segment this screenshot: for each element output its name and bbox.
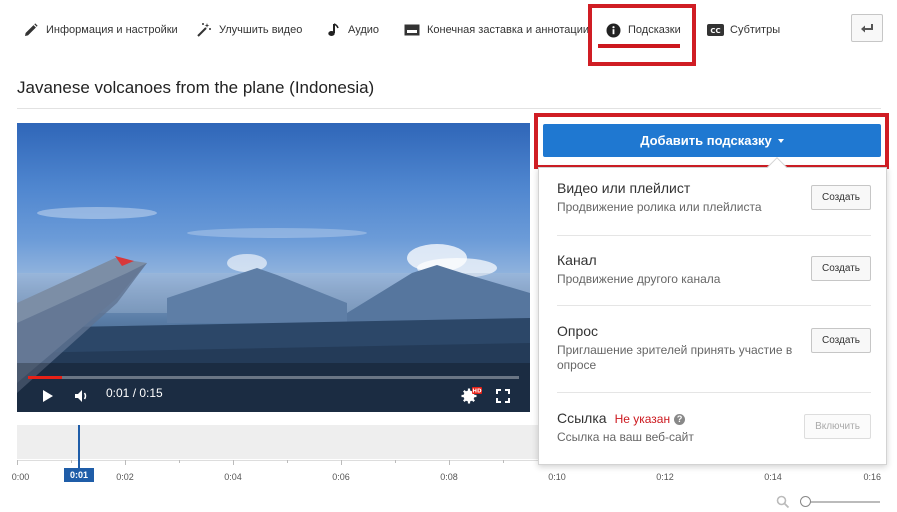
timeline-label: 0:04: [224, 472, 242, 482]
pencil-icon: [22, 21, 40, 39]
timeline-label: 0:16: [863, 472, 881, 482]
tab-label: Улучшить видео: [219, 24, 303, 36]
add-card-dropdown: Видео или плейлист Продвижение ролика ил…: [538, 167, 887, 465]
help-icon[interactable]: ?: [674, 413, 686, 425]
zoom-magnifier-icon: [776, 495, 790, 509]
gear-hd-icon: HD: [461, 386, 483, 404]
create-video-card-button[interactable]: Создать: [811, 185, 871, 210]
timeline-tick: [125, 460, 126, 465]
card-type-name: Ссылка: [557, 410, 607, 426]
svg-text:CC: CC: [710, 27, 720, 35]
timeline-label: 0:08: [440, 472, 458, 482]
video-title: Javanese volcanoes from the plane (Indon…: [17, 78, 375, 97]
tab-subtitles[interactable]: CC Субтитры: [706, 18, 780, 42]
timeline-label: 0:10: [548, 472, 566, 482]
video-progress-fill: [28, 376, 63, 379]
create-channel-card-button[interactable]: Создать: [811, 256, 871, 281]
playhead-time-label: 0:01: [64, 468, 94, 482]
timeline-tick: [341, 460, 342, 465]
timeline-label: 0:02: [116, 472, 134, 482]
magic-wand-icon: [195, 21, 213, 39]
timeline-playhead[interactable]: [78, 425, 80, 469]
menu-divider: [557, 305, 871, 306]
timeline-tick: [449, 460, 450, 465]
tab-endscreen-annotations[interactable]: Конечная заставка и аннотации: [403, 18, 589, 42]
tab-enhance-video[interactable]: Улучшить видео: [195, 18, 302, 42]
settings-button[interactable]: HD: [461, 385, 483, 405]
volume-icon: [74, 389, 90, 403]
timeline-label: 0:00: [11, 472, 30, 482]
timeline-label: 0:06: [332, 472, 350, 482]
tab-label: Конечная заставка и аннотации: [427, 24, 590, 36]
tab-label: Аудио: [348, 24, 380, 36]
title-divider: [17, 108, 881, 109]
zoom-slider-track[interactable]: [802, 501, 880, 503]
timeline-tick: [233, 460, 234, 465]
menu-divider: [557, 235, 871, 236]
card-type-description: Приглашение зрителей принять участие в о…: [557, 343, 793, 372]
zoom-slider-handle[interactable]: [800, 496, 811, 507]
timeline-tick: [17, 460, 18, 465]
timeline-zoom: [776, 494, 886, 510]
timeline-minor-tick: [71, 460, 72, 463]
link-not-set-warning: Не указан: [614, 412, 671, 426]
tab-label: Субтитры: [730, 24, 781, 36]
tab-audio[interactable]: Аудио: [324, 18, 379, 42]
timeline-minor-tick: [503, 460, 504, 463]
enable-link-card-button[interactable]: Включить: [804, 414, 871, 439]
menu-divider: [557, 392, 871, 393]
card-type-name: Опрос: [557, 323, 599, 339]
back-button[interactable]: [851, 14, 883, 42]
video-progress-track[interactable]: [28, 376, 519, 379]
create-poll-card-button[interactable]: Создать: [811, 328, 871, 353]
fullscreen-button[interactable]: [493, 386, 513, 406]
video-player[interactable]: [17, 123, 530, 412]
back-arrow-icon: [860, 23, 874, 33]
editor-nav: Информация и настройки Улучшить видео Ау…: [0, 0, 897, 66]
cc-icon: CC: [706, 21, 724, 39]
timeline-minor-tick: [395, 460, 396, 463]
endscreen-icon: [403, 21, 421, 39]
tab-label: Информация и настройки: [46, 24, 178, 36]
video-time-display: 0:01 / 0:15: [106, 386, 163, 400]
timeline-minor-tick: [287, 460, 288, 463]
highlight-box-add-card: [534, 113, 889, 169]
volume-button[interactable]: [72, 386, 92, 406]
timeline-label: 0:14: [764, 472, 782, 482]
svg-text:HD: HD: [472, 389, 482, 395]
fullscreen-icon: [496, 389, 510, 403]
tab-info-settings[interactable]: Информация и настройки: [22, 18, 178, 42]
card-type-poll: Опрос Приглашение зрителей принять участ…: [557, 323, 797, 373]
timeline-label: 0:12: [656, 472, 674, 482]
video-frame-scenery: [17, 207, 530, 412]
timeline-minor-tick: [179, 460, 180, 463]
music-note-icon: [324, 21, 342, 39]
play-icon: [42, 389, 54, 403]
highlight-box-cards-tab: [588, 4, 696, 66]
play-button[interactable]: [38, 386, 58, 406]
